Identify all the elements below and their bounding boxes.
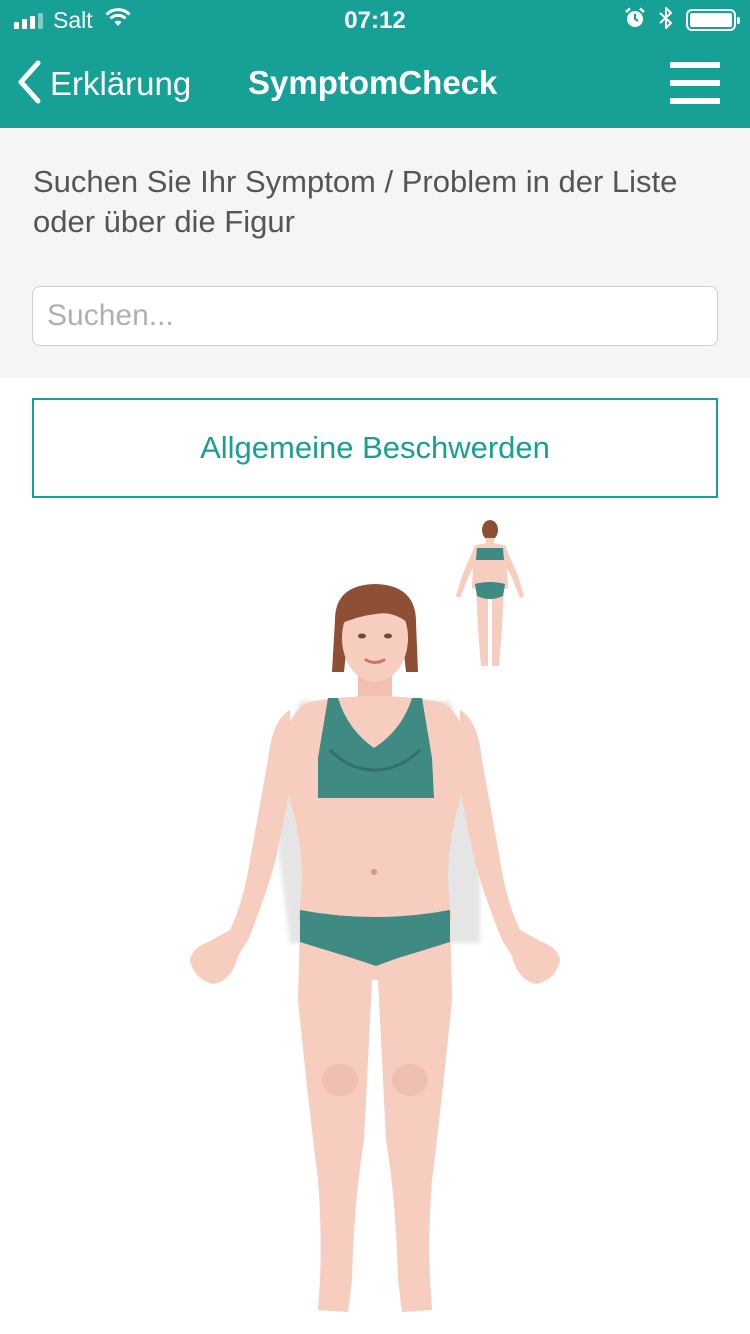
alarm-icon: [624, 7, 646, 34]
search-input[interactable]: [32, 286, 718, 346]
battery-icon: [686, 9, 740, 31]
nav-bar: Erklärung SymptomCheck: [0, 40, 750, 128]
body-figure-front[interactable]: [180, 580, 570, 1320]
status-right: [624, 6, 740, 35]
top-bar: Salt 07:12 Erklärung SymptomCheck: [0, 0, 750, 128]
back-button[interactable]: Erklärung: [16, 60, 192, 109]
search-section: Suchen Sie Ihr Symptom / Problem in der …: [0, 128, 750, 378]
general-complaints-button[interactable]: Allgemeine Beschwerden: [32, 398, 718, 498]
back-label: Erklärung: [50, 65, 192, 102]
status-bar: Salt 07:12: [0, 0, 750, 40]
page-title: SymptomCheck: [248, 64, 498, 101]
bluetooth-icon: [658, 6, 674, 35]
back-chevron-icon: [16, 60, 42, 109]
instruction-text: Suchen Sie Ihr Symptom / Problem in der …: [33, 164, 678, 239]
hamburger-menu-icon[interactable]: [670, 62, 720, 104]
battery-fill: [690, 13, 732, 27]
